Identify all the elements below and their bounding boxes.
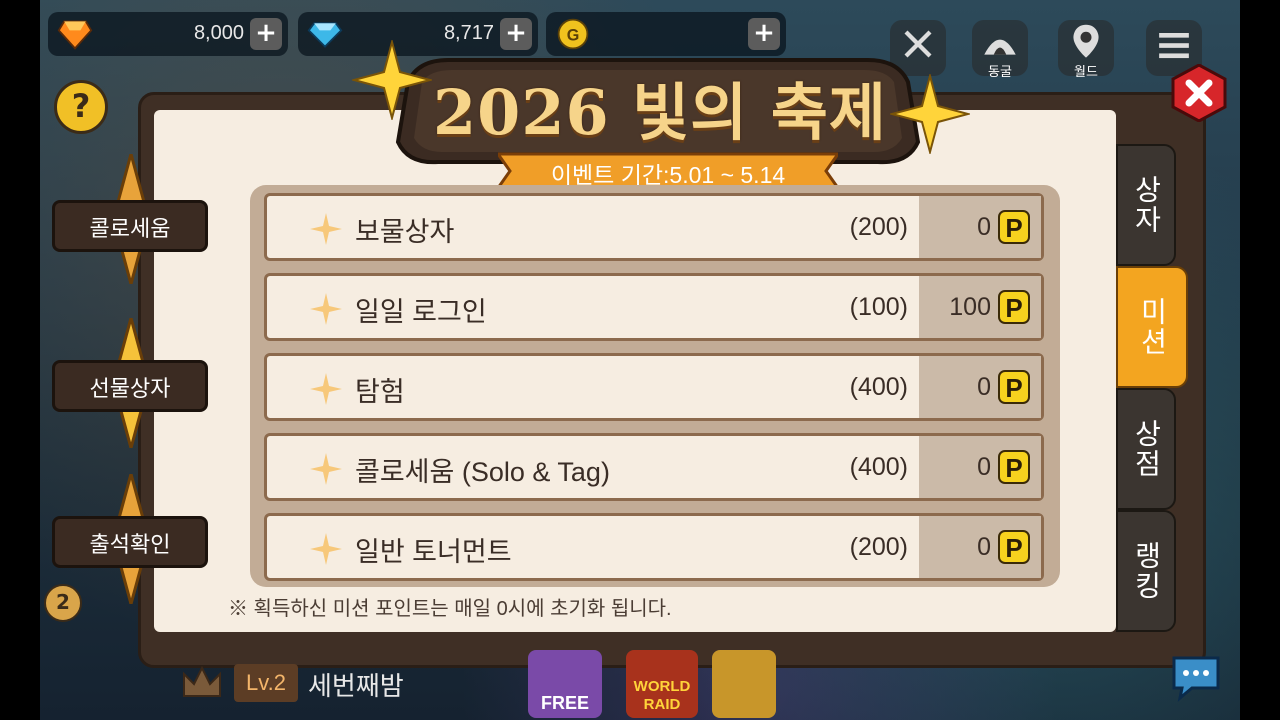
svg-text:P: P [1005, 213, 1022, 243]
sparkle-bullet-icon [310, 293, 342, 325]
gold-coin-icon: G [557, 18, 589, 50]
tab-ranking[interactable]: 랭킹 [1116, 510, 1176, 632]
point-coin-icon: P [998, 530, 1030, 564]
mission-earned-points: 0 [977, 213, 991, 241]
left-menu-label: 출석확인 [89, 532, 171, 557]
tab-label: 상점 [1131, 419, 1162, 479]
mission-earned-points: 100 [949, 293, 991, 321]
free-label: FREE [540, 693, 589, 713]
raid-label-bottom: RAID [643, 696, 681, 713]
point-coin-icon: P [998, 450, 1030, 484]
world-button[interactable]: 월드 [1058, 20, 1114, 80]
sparkle-icon [890, 74, 970, 154]
mission-required-points: (200) [849, 533, 908, 561]
mission-earned-points: 0 [977, 533, 991, 561]
gold-counter: G + [546, 12, 786, 56]
tab-box[interactable]: 상자 [1116, 144, 1176, 266]
svg-text:P: P [1005, 453, 1022, 483]
svg-text:G: G [567, 26, 580, 44]
point-coin-icon: P [998, 210, 1030, 244]
crown-icon [183, 665, 221, 697]
world-raid-button[interactable]: WORLD RAID [626, 650, 698, 718]
ruby-value: 8,000 [193, 22, 244, 44]
sparkle-bullet-icon [310, 373, 342, 405]
mission-row: 일일 로그인 (100) 100 P [264, 273, 1044, 341]
close-button[interactable] [1170, 64, 1228, 122]
mission-name: 일반 토너먼트 [355, 537, 512, 567]
mission-required-points: (400) [849, 453, 908, 481]
svg-text:P: P [1005, 293, 1022, 323]
mission-name: 일일 로그인 [355, 297, 487, 327]
cave-icon [984, 39, 1016, 55]
sparkle-bullet-icon [310, 453, 342, 485]
world-label: 월드 [1074, 65, 1098, 80]
mission-earned-points: 0 [977, 373, 991, 401]
sparkle-bullet-icon [310, 533, 342, 565]
cave-button[interactable]: 동굴 [972, 20, 1028, 80]
raid-label-top: WORLD [633, 678, 691, 695]
tab-label: 상자 [1131, 175, 1162, 235]
add-gold-button[interactable]: + [748, 18, 780, 50]
svg-text:P: P [1005, 533, 1022, 563]
mission-row: 콜로세움 (Solo & Tag) (400) 0 P [264, 433, 1044, 501]
world-pin-icon [1073, 24, 1099, 58]
add-ruby-button[interactable]: + [250, 18, 282, 50]
mission-name: 탐험 [355, 377, 405, 407]
reset-notice: ※ 획득하신 미션 포인트는 매일 0시에 초기화 됩니다. [228, 598, 672, 620]
cave-label: 동굴 [988, 65, 1012, 80]
mission-required-points: (400) [849, 373, 908, 401]
ruby-icon [57, 20, 93, 50]
diamond-icon [307, 22, 343, 48]
left-menu-attendance[interactable]: 출석확인 [52, 516, 208, 568]
diamond-value: 8,717 [443, 22, 494, 44]
help-button[interactable]: ? [54, 80, 108, 134]
player-level: Lv.2 [234, 664, 298, 702]
left-menu-label: 콜로세움 [89, 216, 171, 241]
add-diamond-button[interactable]: + [500, 18, 532, 50]
mission-row: 보물상자 (200) 0 P [264, 193, 1044, 261]
mission-name: 콜로세움 (Solo & Tag) [355, 457, 610, 487]
tab-mission[interactable]: 미션 [1116, 266, 1188, 388]
sparkle-bullet-icon [310, 213, 342, 245]
ruby-counter: 8,000 + [48, 12, 288, 56]
sparkle-icon [352, 40, 432, 120]
point-coin-icon: P [998, 290, 1030, 324]
mission-name: 보물상자 [355, 217, 455, 247]
svg-text:P: P [1005, 373, 1022, 403]
left-menu-colosseum[interactable]: 콜로세움 [52, 200, 208, 252]
point-coin-icon: P [998, 370, 1030, 404]
event-title: 2026 빛의 축제 [433, 76, 887, 149]
mission-earned-points: 0 [977, 453, 991, 481]
player-name: 세번째밤 [308, 671, 404, 701]
mission-row: 일반 토너먼트 (200) 0 P [264, 513, 1044, 581]
tab-shop[interactable]: 상점 [1116, 388, 1176, 510]
tab-label: 미션 [1137, 297, 1168, 357]
free-box-button[interactable]: FREE [528, 650, 602, 718]
tab-label: 랭킹 [1131, 541, 1162, 601]
chat-icon[interactable] [1168, 652, 1224, 702]
left-menu-gift-box[interactable]: 선물상자 [52, 360, 208, 412]
event-scroll-button[interactable] [712, 650, 776, 718]
mission-required-points: (200) [849, 213, 908, 241]
mission-required-points: (100) [849, 293, 908, 321]
left-menu-label: 선물상자 [89, 376, 171, 401]
mission-row: 탐험 (400) 0 P [264, 353, 1044, 421]
